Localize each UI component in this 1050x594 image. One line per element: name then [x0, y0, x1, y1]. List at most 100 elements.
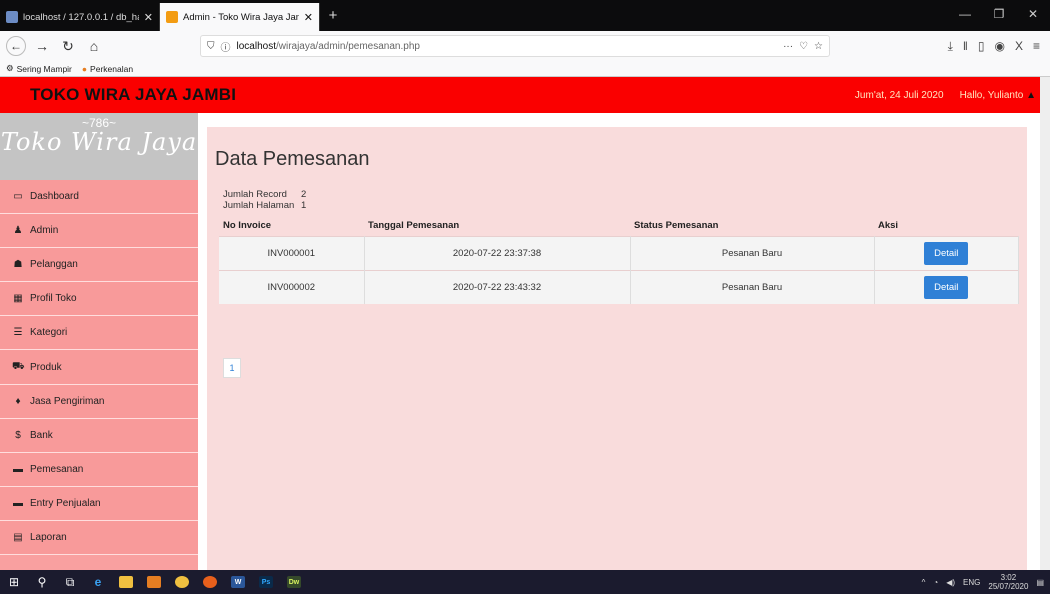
sidebar-toggle-icon[interactable]: ▯: [978, 39, 985, 54]
users-icon: ☗: [13, 259, 23, 271]
column-header: Tanggal Pemesanan: [368, 220, 460, 232]
column-header: Aksi: [878, 220, 899, 232]
chrome-icon[interactable]: [168, 570, 196, 594]
window-controls: — ❐ ✕: [948, 0, 1050, 28]
shield-icon[interactable]: ⛉: [207, 41, 215, 52]
search-icon[interactable]: ⚲: [28, 570, 56, 594]
action-cell: Detail: [874, 235, 1019, 270]
brand-title[interactable]: TOKO WIRA JAYA JAMBI: [30, 85, 236, 105]
word-icon[interactable]: W: [224, 570, 252, 594]
firefox-icon[interactable]: [196, 570, 224, 594]
photoshop-icon[interactable]: Ps: [252, 570, 280, 594]
sidebar-item-kategori[interactable]: ☰ Kategori: [0, 316, 198, 351]
sidebar-item-admin[interactable]: ♟ Admin: [0, 214, 198, 249]
logo-name: Toko Wira Jaya: [0, 128, 198, 156]
more-actions-icon[interactable]: ···: [783, 41, 793, 52]
main-content: Data Pemesanan Jumlah Record 2 Jumlah Hal…: [198, 113, 1050, 570]
extension-icon[interactable]: X: [1015, 39, 1023, 54]
sidebar-item-jasa-pengiriman[interactable]: ♦ Jasa Pengiriman: [0, 384, 198, 419]
pocket-icon[interactable]: ♡: [799, 41, 808, 52]
xampp-icon[interactable]: [140, 570, 168, 594]
clock[interactable]: 3:02 25/07/2020: [988, 573, 1028, 591]
bookmark-sering-mampir[interactable]: ⚙ Sering Mampir: [6, 63, 72, 74]
volume-icon[interactable]: ◀): [946, 578, 955, 587]
sidebar-item-label: Kategori: [30, 327, 68, 339]
sidebar-item-label: Produk: [30, 361, 62, 373]
sidebar-item-label: Bank: [30, 429, 53, 441]
page-count-label: Jumlah Halaman: [223, 200, 295, 211]
sidebar-item-label: Entry Penjualan: [30, 497, 101, 509]
sidebar-item-bank[interactable]: $ Bank: [0, 418, 198, 453]
credit-card-icon: ▬: [13, 463, 23, 475]
page-scrollbar[interactable]: [1040, 77, 1050, 570]
status-cell: Pesanan Baru: [630, 269, 875, 304]
monitor-icon: ▭: [13, 191, 23, 203]
browser-tab-admin[interactable]: Admin - Toko Wira Jaya Jambi ✕: [160, 3, 320, 31]
user-menu[interactable]: Hallo, Yulianto ▲: [960, 90, 1036, 101]
sidebar-item-produk[interactable]: ⛟ Produk: [0, 350, 198, 385]
url-path: /wirajaya/admin/pemesanan.php: [275, 40, 420, 52]
action-cell: Detail: [874, 269, 1019, 304]
new-tab-button[interactable]: +: [320, 3, 346, 31]
record-count-value: 2: [301, 189, 307, 200]
user-icon: ▲: [1026, 89, 1036, 101]
system-tray: ^ ◔ ◀) ENG 3:02 25/07/2020 ▤: [922, 573, 1050, 591]
detail-button[interactable]: Detail: [924, 275, 969, 299]
network-icon[interactable]: ◔: [933, 578, 938, 587]
browser-tab-bar: localhost / 127.0.0.1 / db_hamb ✕ Admin …: [0, 0, 1050, 31]
report-icon: ▤: [13, 531, 23, 543]
bookmark-star-icon[interactable]: ☆: [814, 41, 823, 52]
browser-nav-bar: ← → ↻ ⌂ ⛉ ⓘ localhost/wirajaya/admin/pem…: [0, 31, 1050, 61]
app-header: TOKO WIRA JAYA JAMBI Jum'at, 24 Juli 202…: [0, 77, 1050, 113]
restore-icon[interactable]: ❐: [982, 0, 1016, 28]
sidebar-item-dashboard[interactable]: ▭ Dashboard: [0, 180, 198, 215]
table-header-row: No Invoice Tanggal Pemesanan Status Peme…: [219, 216, 1019, 236]
notification-icon[interactable]: ▤: [1036, 578, 1044, 587]
sidebar-item-pemesanan[interactable]: ▬ Pemesanan: [0, 452, 198, 487]
close-tab-icon[interactable]: ✕: [304, 11, 313, 24]
windows-start-icon[interactable]: ⊞: [0, 570, 28, 594]
dreamweaver-icon[interactable]: Dw: [280, 570, 308, 594]
sidebar-item-entry-penjualan[interactable]: ▬ Entry Penjualan: [0, 486, 198, 521]
pagination-page-1[interactable]: 1: [223, 358, 241, 378]
page-count-value: 1: [301, 200, 307, 211]
back-arrow-icon[interactable]: ←: [6, 36, 26, 56]
forward-arrow-icon[interactable]: →: [32, 36, 52, 56]
status-cell: Pesanan Baru: [630, 235, 875, 270]
bookmark-label: Sering Mampir: [16, 63, 72, 74]
info-icon[interactable]: ⓘ: [221, 39, 231, 54]
header-right: Jum'at, 24 Juli 2020 Hallo, Yulianto ▲: [855, 90, 1050, 101]
task-view-icon[interactable]: ⧉: [56, 570, 84, 594]
user-icon: ♟: [13, 225, 23, 237]
detail-button[interactable]: Detail: [924, 241, 969, 265]
reload-icon[interactable]: ↻: [58, 36, 78, 56]
sidebar-item-pelanggan[interactable]: ☗ Pelanggan: [0, 248, 198, 283]
sidebar-item-label: Admin: [30, 225, 59, 237]
language-indicator[interactable]: ENG: [963, 578, 980, 587]
invoice-cell: INV000001: [219, 235, 365, 270]
windows-taskbar: ⊞ ⚲ ⧉ e W Ps Dw ^ ◔ ◀) ENG 3:02 25/07/20…: [0, 570, 1050, 594]
file-explorer-icon[interactable]: [112, 570, 140, 594]
edge-icon[interactable]: e: [84, 570, 112, 594]
page-title: Data Pemesanan: [215, 148, 370, 170]
url-bar[interactable]: ⛉ ⓘ localhost/wirajaya/admin/pemesanan.p…: [200, 35, 830, 57]
bookmark-perkenalan[interactable]: ● Perkenalan: [82, 64, 133, 74]
menu-icon[interactable]: ≡: [1033, 39, 1040, 54]
credit-card-icon: ▬: [13, 497, 23, 509]
download-icon[interactable]: ⤓: [948, 39, 953, 54]
content-panel: Data Pemesanan Jumlah Record 2 Jumlah Hal…: [207, 127, 1027, 570]
sidebar-item-laporan[interactable]: ▤ Laporan: [0, 520, 198, 556]
home-icon[interactable]: ⌂: [84, 36, 104, 56]
account-icon[interactable]: ◉: [994, 39, 1004, 54]
toolbar-right: ⤓ ‖ ▯ ◉ X ≡: [948, 39, 1044, 54]
library-icon[interactable]: ‖: [963, 39, 968, 54]
close-tab-icon[interactable]: ✕: [144, 11, 153, 24]
gear-icon: ⚙: [6, 63, 14, 73]
sidebar-item-label: Laporan: [30, 531, 67, 543]
browser-tab-phpmyadmin[interactable]: localhost / 127.0.0.1 / db_hamb ✕: [0, 3, 160, 31]
close-window-icon[interactable]: ✕: [1016, 0, 1050, 28]
minimize-icon[interactable]: —: [948, 0, 982, 28]
chevron-up-icon[interactable]: ^: [922, 578, 926, 587]
car-icon: ⛟: [12, 360, 25, 372]
sidebar-item-profil-toko[interactable]: ▦ Profil Toko: [0, 282, 198, 317]
